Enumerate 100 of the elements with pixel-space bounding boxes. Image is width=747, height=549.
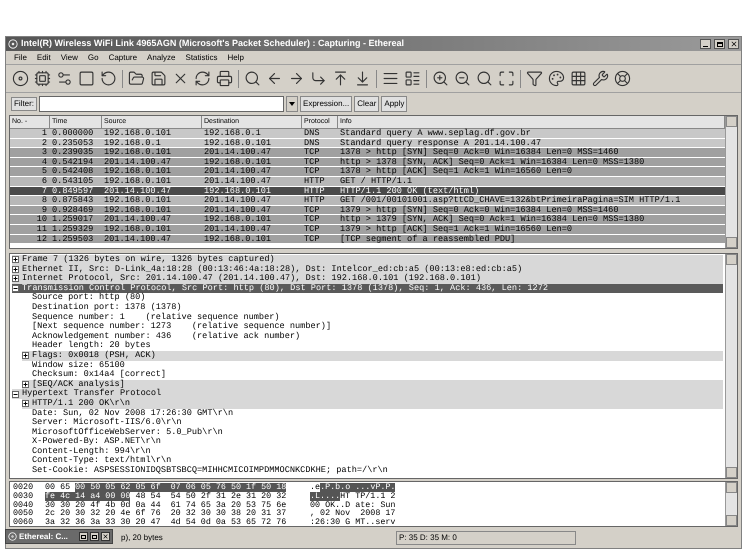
- printer-icon[interactable]: [216, 70, 233, 87]
- packet-row[interactable]: 5 0.542408 192.168.0.101 201.14.100.47 TCP 1378 > http [ACK] Seq=1 Ack=1 Win=16560 Len=0: [10, 167, 725, 177]
- plus-icon[interactable]: [22, 381, 29, 388]
- filter-button[interactable]: Apply: [381, 96, 408, 112]
- detail-text: Header length: 20 bytes: [32, 341, 151, 350]
- detail-row[interactable]: Content-Type: text/html\r\n: [22, 456, 723, 466]
- menu-item[interactable]: Go: [88, 52, 99, 64]
- menu-item[interactable]: Help: [228, 52, 244, 64]
- detail-row[interactable]: Checksum: 0x14a4 [correct]: [22, 370, 723, 380]
- filter-button[interactable]: Expression...: [300, 96, 352, 112]
- arrow-down-to-line-icon[interactable]: [354, 70, 371, 87]
- packet-row[interactable]: 11 1.259329 192.168.0.101 201.14.100.47 TCP 1379 > http [ACK] Seq=1 Ack=1 Win=16560 Len=0: [10, 224, 725, 235]
- detail-row[interactable]: HTTP/1.1 200 OK\r\n: [22, 398, 723, 408]
- detail-row[interactable]: Acknowledgement number: 436 (relative ack number): [22, 332, 723, 342]
- maximize-icon[interactable]: [714, 39, 725, 49]
- detail-row[interactable]: Set-Cookie: ASPSESSIONIDQSBTSBCQ=MIHHCMICOIMPDMMOCNKCDKHE; path=/\r\n: [22, 466, 723, 476]
- packet-row[interactable]: 6 0.543105 192.168.0.101 201.14.100.47 HTTP GET / HTTP/1.1: [10, 176, 725, 187]
- pane-icon[interactable]: [404, 70, 421, 87]
- detail-text: Date: Sun, 02 Nov 2008 17:26:30 GMT\r\n: [32, 408, 234, 418]
- maximize-icon[interactable]: [90, 532, 99, 541]
- scrollbar[interactable]: [725, 254, 737, 478]
- detail-row[interactable]: Hypertext Transfer Protocol: [12, 389, 723, 399]
- detail-row[interactable]: Sequence number: 1 (relative sequence number): [22, 312, 723, 322]
- restart-icon[interactable]: [100, 70, 117, 87]
- detail-row[interactable]: Window size: 65100: [22, 360, 723, 370]
- packet-cell-text: HTTP: [303, 176, 326, 186]
- packet-row[interactable]: 7 0.849597 201.14.100.47 192.168.0.101 HTTP HTTP/1.1 200 OK (text/html): [10, 186, 725, 196]
- packet-row[interactable]: 12 1.259503 201.14.100.47 192.168.0.101 TCP [TCP segment of a reassembled PDU]: [10, 234, 725, 244]
- packet-row[interactable]: 10 1.259017 201.14.100.47 192.168.0.101 TCP http > 1379 [SYN, ACK] Seq=0 Ack=1 Win=16384 Len=0 MSS=1380: [10, 215, 725, 225]
- minimize-icon[interactable]: [700, 39, 711, 49]
- filter-button[interactable]: Clear: [354, 96, 380, 112]
- menu-item[interactable]: Capture: [108, 52, 138, 64]
- packet-cell-text: [TCP segment of a reassembled PDU]: [339, 234, 516, 244]
- packet-cell-text: Standard query response A 201.14.100.47: [339, 138, 542, 148]
- search-icon[interactable]: [244, 70, 261, 87]
- detail-row[interactable]: Transmission Control Protocol, Src Port: http (80), Dst Port: 1378 (1378), Seq: 1, Ack: 436, Len: 1272: [12, 284, 723, 294]
- plus-icon[interactable]: [12, 266, 19, 273]
- help-icon[interactable]: [614, 70, 631, 87]
- detail-text: Checksum: 0x14a4 [correct]: [32, 370, 166, 380]
- filter-icon[interactable]: [526, 70, 543, 87]
- minimized-window[interactable]: Ethereal: C...: [5, 529, 113, 544]
- scrollbar[interactable]: [725, 482, 737, 526]
- packet-row[interactable]: 1 0.000000 192.168.0.101 192.168.0.1 DNS Standard query A www.seplag.df.gov.br: [10, 129, 725, 139]
- detail-row[interactable]: Frame 7 (1326 bytes on wire, 1326 bytes captured): [12, 255, 723, 265]
- packet-row[interactable]: 9 0.928469 192.168.0.101 201.14.100.47 TCP 1379 > http [SYN] Seq=0 Ack=0 Win=16384 Len=0 MSS=1460: [10, 206, 725, 216]
- arrow-up-to-line-icon[interactable]: [332, 70, 349, 87]
- minus-icon[interactable]: [12, 390, 19, 398]
- detail-row[interactable]: Destination port: 1378 (1378): [22, 302, 723, 313]
- resize-icon[interactable]: [498, 70, 515, 87]
- stop-icon[interactable]: [78, 70, 95, 87]
- restore-icon[interactable]: [79, 532, 88, 541]
- palette-icon[interactable]: [548, 70, 565, 87]
- packet-row[interactable]: 4 0.542194 201.14.100.47 192.168.0.101 TCP http > 1378 [SYN, ACK] Seq=0 Ack=1 Win=16384 Len=0 MSS=1380: [10, 158, 725, 168]
- menu-item[interactable]: Edit: [36, 52, 51, 64]
- packet-row[interactable]: 3 0.239035 192.168.0.101 201.14.100.47 TCP 1378 > http [SYN] Seq=0 Ack=0 Win=16384 Len=0 MSS=1460: [10, 148, 725, 158]
- menu-item[interactable]: File: [14, 52, 27, 64]
- grid-icon[interactable]: [570, 70, 587, 87]
- scrollbar[interactable]: [725, 116, 737, 248]
- tools-icon[interactable]: [592, 70, 609, 87]
- detail-row[interactable]: Internet Protocol, Src: 201.14.100.47 (201.14.100.47), Dst: 192.168.0.101 (192.168.0.101): [12, 274, 723, 284]
- zoom-reset-icon[interactable]: [476, 70, 493, 87]
- plus-icon[interactable]: [12, 275, 19, 282]
- zoom-in-icon[interactable]: [432, 70, 449, 87]
- filter-label[interactable]: Filter:: [11, 97, 37, 111]
- filter-input[interactable]: [39, 96, 284, 112]
- detail-row[interactable]: Server: Microsoft-IIS/6.0\r\n: [22, 418, 723, 428]
- packet-row[interactable]: 2 0.235053 192.168.0.1 192.168.0.101 DNS Standard query response A 201.14.100.47: [10, 138, 725, 148]
- detail-row[interactable]: Ethernet II, Src: D-Link_4a:18:28 (00:13:46:4a:18:28), Dst: Intelcor_ed:cb:a5 (00:13:e8:ed:cb:a5): [12, 264, 723, 274]
- reload-icon[interactable]: [194, 70, 211, 87]
- menu-item[interactable]: View: [60, 52, 78, 64]
- packet-cell-text: http > 1378 [SYN, ACK] Seq=0 Ack=1 Win=16384 Len=0 MSS=1380: [339, 158, 646, 166]
- plus-icon[interactable]: [12, 256, 19, 264]
- menu-item[interactable]: Analyze: [147, 52, 176, 64]
- close-icon[interactable]: [728, 39, 739, 49]
- ascii-text: 00 OK..D ate: Sun: [310, 500, 396, 510]
- detail-row[interactable]: X-Powered-By: ASP.NET\r\n: [22, 437, 723, 447]
- zoom-out-icon[interactable]: [454, 70, 471, 87]
- packet-row[interactable]: 8 0.875843 192.168.0.101 201.14.100.47 HTTP GET /001/00101001.asp?ttCD_CHAVE=132&btPrimeiraPagina=SIM HTTP/1.1: [10, 196, 725, 206]
- jump-arrow-icon[interactable]: [310, 70, 327, 87]
- plus-icon[interactable]: [22, 400, 29, 408]
- plus-icon[interactable]: [22, 352, 29, 360]
- detail-row[interactable]: [Next sequence number: 1273 (relative sequence number)]: [22, 322, 723, 332]
- detail-row[interactable]: Date: Sun, 02 Nov 2008 17:26:30 GMT\r\n: [22, 408, 723, 418]
- dropdown-icon[interactable]: [286, 96, 298, 112]
- detail-row[interactable]: Flags: 0x0018 (PSH, ACK): [22, 350, 723, 361]
- detail-row[interactable]: Source port: http (80): [22, 293, 723, 303]
- detail-row[interactable]: Header length: 20 bytes: [22, 341, 723, 351]
- packet-cell-text: 201.14.100.47: [103, 158, 172, 166]
- detail-row[interactable]: MicrosoftOfficeWebServer: 5.0_Pub\r\n: [22, 428, 723, 438]
- close-icon[interactable]: [101, 532, 110, 541]
- menu-item[interactable]: Statistics: [186, 52, 218, 64]
- list-icon[interactable]: [382, 70, 399, 87]
- packet-cell-text: TCP: [303, 215, 320, 224]
- save-icon[interactable]: [150, 70, 167, 87]
- detail-row[interactable]: [SEQ/ACK analysis]: [22, 380, 723, 390]
- packet-cell-text: 201.14.100.47: [203, 196, 272, 205]
- detail-row[interactable]: Content-Length: 994\r\n: [22, 446, 723, 456]
- minus-icon[interactable]: [12, 285, 19, 292]
- folder-icon[interactable]: [128, 70, 145, 87]
- packet-cell-text: 192.168.0.101: [203, 186, 272, 196]
